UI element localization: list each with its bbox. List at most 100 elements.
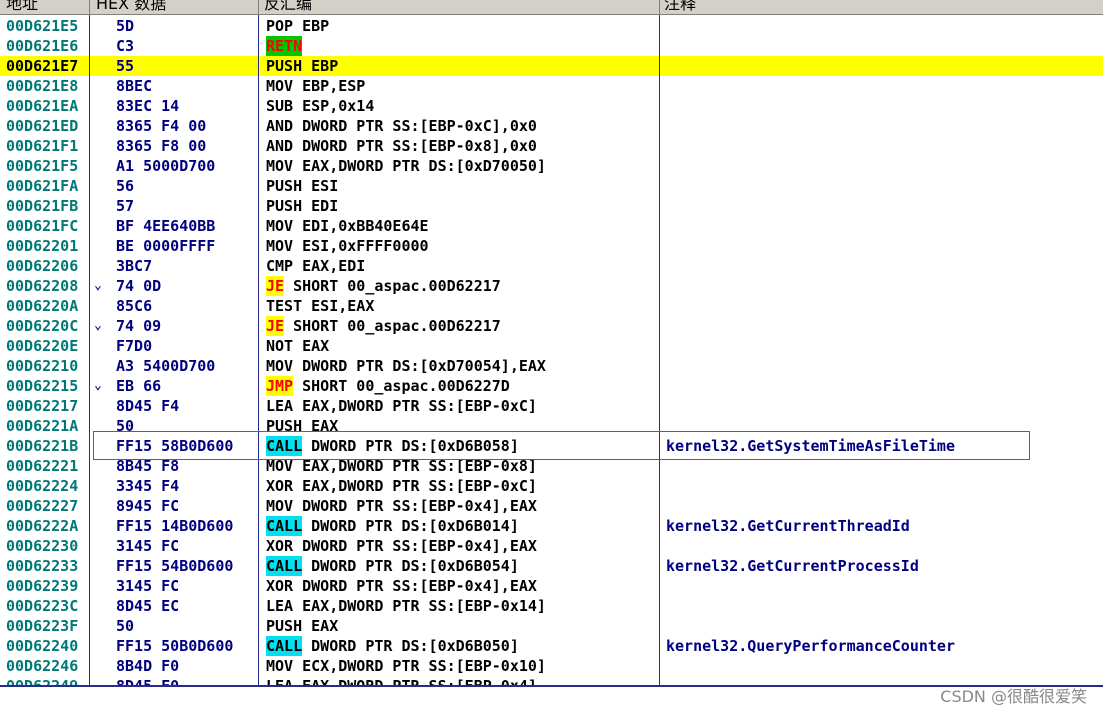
hex-cell: 8D45 F0	[116, 676, 179, 685]
hex-cell: 8B4D F0	[116, 657, 180, 675]
disasm-cell: MOV DWORD PTR DS:[0xD70054],EAX	[266, 356, 546, 376]
disasm-row[interactable]: 00D621FB 57 PUSH EDI	[0, 196, 1103, 216]
address-cell: 00D62233	[6, 557, 79, 575]
disasm-row[interactable]: 00D62224 3345 F4 XOR EAX,DWORD PTR SS:[EBP…	[0, 476, 1103, 496]
operands: DWORD PTR SS:[EBP-0x8],0x0	[302, 137, 537, 155]
hex-cell: 8945 FC	[116, 497, 180, 515]
disasm-row[interactable]: 00D62246 8B4D F0 MOV ECX,DWORD PTR SS:[EBP…	[0, 656, 1103, 676]
operands: EAX,DWORD PTR SS:[EBP-0x14]	[302, 597, 546, 615]
disasm-row[interactable]: 00D62230 3145 FC XOR DWORD PTR SS:[EBP-0x4…	[0, 536, 1103, 556]
mnemonic: LEA	[266, 397, 294, 415]
operands: SHORT 00_aspac.00D6227D	[302, 377, 510, 395]
operands: DWORD PTR SS:[EBP-0x4],EAX	[302, 577, 537, 595]
disasm-cell: MOV EBP,ESP	[266, 76, 365, 96]
disasm-cell: XOR DWORD PTR SS:[EBP-0x4],EAX	[266, 576, 537, 596]
mnemonic: JE	[266, 276, 285, 296]
address-cell: 00D6220C	[6, 317, 79, 335]
disasm-row[interactable]: 00D621F1 8365 F8 00 AND DWORD PTR SS:[EBP-…	[0, 136, 1103, 156]
header-divider[interactable]	[659, 0, 660, 14]
hex-cell: 8365 F4 00	[116, 117, 207, 135]
disasm-row[interactable]: 00D6223C 8D45 EC LEA EAX,DWORD PTR SS:[EBP…	[0, 596, 1103, 616]
operands: EAX,DWORD PTR SS:[EBP-0xC]	[302, 477, 537, 495]
disasm-row[interactable]: 00D62249 8D45 F0 LEA EAX,DWORD PTR SS:[EBP…	[0, 676, 1103, 685]
disasm-cell: MOV ESI,0xFFFF0000	[266, 236, 429, 256]
disasm-cell: PUSH ESI	[266, 176, 338, 196]
mnemonic: PUSH	[266, 617, 303, 635]
disasm-row[interactable]: 00D621ED 8365 F4 00 AND DWORD PTR SS:[EBP-…	[0, 116, 1103, 136]
hex-cell: F7D0	[116, 337, 153, 355]
address-cell: 00D62215	[6, 377, 79, 395]
operands: EAX,DWORD PTR DS:[0xD70050]	[302, 157, 546, 175]
disasm-cell: JE SHORT 00_aspac.00D62217	[266, 316, 501, 336]
mnemonic: CMP	[266, 257, 294, 275]
header-hex[interactable]: HEX 数据	[96, 0, 256, 14]
disasm-row[interactable]: 00D6223F 50 PUSH EAX	[0, 616, 1103, 636]
disasm-cell: CALL DWORD PTR DS:[0xD6B054]	[266, 556, 519, 576]
disasm-row[interactable]: 00D6220E F7D0 NOT EAX	[0, 336, 1103, 356]
operands: ESP,0x14	[302, 97, 375, 115]
watermark: CSDN @很酷很爱笑	[940, 687, 1087, 706]
address-cell: 00D62224	[6, 477, 79, 495]
bottom-pane	[0, 685, 1103, 716]
disasm-row[interactable]: 00D62201 BE 0000FFFF MOV ESI,0xFFFF0000	[0, 236, 1103, 256]
disasm-row[interactable]: 00D62239 3145 FC XOR DWORD PTR SS:[EBP-0x4…	[0, 576, 1103, 596]
disasm-cell: MOV ECX,DWORD PTR SS:[EBP-0x10]	[266, 656, 546, 676]
disasm-row[interactable]: 00D621F5 A1 5000D700 MOV EAX,DWORD PTR DS:…	[0, 156, 1103, 176]
disasm-row[interactable]: 00D6220A 85C6 TEST ESI,EAX	[0, 296, 1103, 316]
header-address[interactable]: 地址	[6, 0, 86, 14]
mnemonic: CALL	[266, 636, 303, 656]
disasm-row[interactable]: 00D6222A FF15 14B0D600 CALL DWORD PTR DS:[…	[0, 516, 1103, 536]
operands: DWORD PTR SS:[EBP-0xC],0x0	[302, 117, 537, 135]
mnemonic: MOV	[266, 497, 294, 515]
selected-row[interactable]: 00D621E7 55 PUSH EBP	[0, 56, 1103, 76]
disasm-cell: CALL DWORD PTR DS:[0xD6B050]	[266, 636, 519, 656]
disasm-cell: NOT EAX	[266, 336, 329, 356]
disasm-row[interactable]: 00D62217 8D45 F4 LEA EAX,DWORD PTR SS:[EBP…	[0, 396, 1103, 416]
disasm-row[interactable]: 00D621FC BF 4EE640BB MOV EDI,0xBB40E64E	[0, 216, 1103, 236]
header-divider[interactable]	[258, 0, 259, 14]
header-comment[interactable]: 注释	[664, 0, 1094, 14]
disasm-row[interactable]: 00D621E5 5D POP EBP	[0, 16, 1103, 36]
header-divider[interactable]	[89, 0, 90, 14]
address-cell: 00D62227	[6, 497, 79, 515]
address-cell: 00D621FB	[6, 197, 79, 215]
hex-cell: 56	[116, 177, 135, 195]
jump-arrow-icon: ⌄	[94, 278, 102, 293]
disasm-cell: MOV DWORD PTR SS:[EBP-0x4],EAX	[266, 496, 537, 516]
disasm-cell: JMP SHORT 00_aspac.00D6227D	[266, 376, 510, 396]
disasm-row[interactable]: 00D621E6 C3 RETN	[0, 36, 1103, 56]
disasm-row[interactable]: 00D62215 ⌄ EB 66 JMP SHORT 00_aspac.00D6227…	[0, 376, 1103, 396]
hex-cell: 3145 FC	[116, 537, 180, 555]
disasm-row[interactable]: 00D62208 ⌄ 74 0D JE SHORT 00_aspac.00D62217	[0, 276, 1103, 296]
disasm-row[interactable]: 00D62240 FF15 50B0D600 CALL DWORD PTR DS:[…	[0, 636, 1103, 656]
operands: DWORD PTR DS:[0xD6B014]	[311, 517, 519, 535]
disasm-cell: PUSH EAX	[266, 616, 338, 636]
mnemonic: AND	[266, 137, 294, 155]
hex-cell: 83EC 14	[116, 97, 180, 115]
disassembly-listing[interactable]: 00D621E5 5D POP EBP 00D621E6 C3 RETN 00D621E7 5…	[0, 15, 1103, 685]
operands: ESI,0xFFFF0000	[302, 237, 429, 255]
operands: EAX,DWORD PTR SS:[EBP-0xC]	[302, 397, 537, 415]
mnemonic: MOV	[266, 217, 294, 235]
disasm-row[interactable]: 00D62233 FF15 54B0D600 CALL DWORD PTR DS:[…	[0, 556, 1103, 576]
disasm-cell: PUSH EDI	[266, 196, 338, 216]
disasm-row[interactable]: 00D621EA 83EC 14 SUB ESP,0x14	[0, 96, 1103, 116]
disasm-cell: LEA EAX,DWORD PTR SS:[EBP-0x14]	[266, 596, 546, 616]
disasm-row[interactable]: 00D62206 3BC7 CMP EAX,EDI	[0, 256, 1103, 276]
disasm-row[interactable]: 00D62227 8945 FC MOV DWORD PTR SS:[EBP-0x4…	[0, 496, 1103, 516]
header-disasm[interactable]: 反汇编	[264, 0, 654, 14]
mnemonic: TEST	[266, 297, 303, 315]
mnemonic: MOV	[266, 357, 294, 375]
hex-cell: EB 66	[116, 377, 162, 395]
column-divider	[258, 15, 259, 685]
disasm-row[interactable]: 00D621FA 56 PUSH ESI	[0, 176, 1103, 196]
disasm-row[interactable]: 00D6220C ⌄ 74 09 JE SHORT 00_aspac.00D62217	[0, 316, 1103, 336]
hex-cell: 50	[116, 617, 135, 635]
address-cell: 00D621E7	[6, 57, 79, 75]
address-cell: 00D621ED	[6, 117, 79, 135]
disasm-row[interactable]: 00D62210 A3 5400D700 MOV DWORD PTR DS:[0xD…	[0, 356, 1103, 376]
mnemonic: CALL	[266, 516, 303, 536]
mnemonic: POP	[266, 17, 294, 35]
disasm-row[interactable]: 00D621E8 8BEC MOV EBP,ESP	[0, 76, 1103, 96]
hex-cell: BF 4EE640BB	[116, 217, 216, 235]
